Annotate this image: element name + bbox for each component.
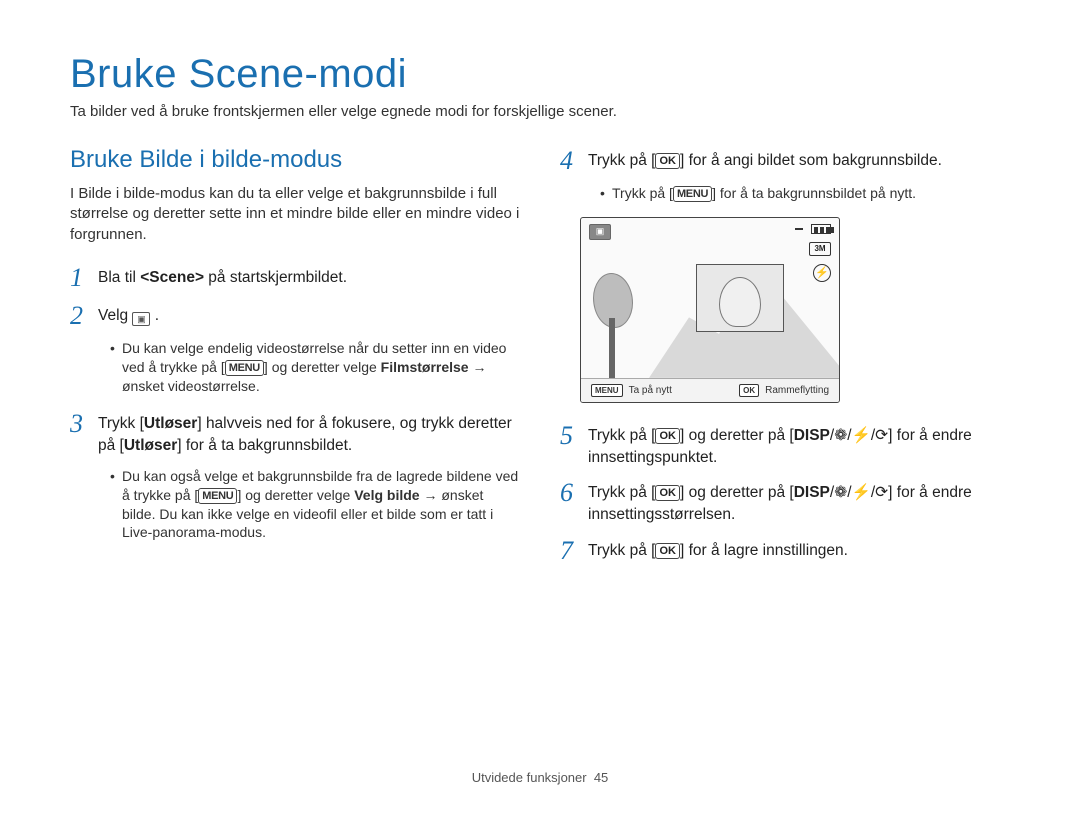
menu-key-icon: MENU bbox=[225, 360, 264, 376]
s3d: ] for å ta bakgrunnsbildet. bbox=[177, 437, 352, 454]
step-number: 5 bbox=[560, 421, 588, 449]
flash-icon: ⚡ bbox=[852, 427, 871, 444]
bullet-text-b: ] og deretter velge bbox=[264, 359, 381, 375]
s3a: Trykk [ bbox=[98, 415, 144, 432]
menu-key-icon: MENU bbox=[198, 488, 237, 504]
ok-key-icon: OK bbox=[739, 384, 759, 397]
step-text: Bla til <Scene> på startskjermbildet. bbox=[98, 263, 347, 289]
s5a: Trykk på [ bbox=[588, 427, 655, 444]
list-item: Du kan velge endelig videostørrelse når … bbox=[110, 339, 520, 396]
flash-mode-icon: ⚡ bbox=[813, 264, 831, 282]
left-column: Bruke Bilde i bilde-modus I Bilde i bild… bbox=[70, 146, 520, 574]
s5b: ] og deretter på [ bbox=[680, 427, 794, 444]
s3b1: Utløser bbox=[144, 415, 197, 432]
footer-section: Utvidede funksjoner bbox=[472, 770, 587, 785]
exposure-bar-icon bbox=[795, 228, 803, 230]
camera-screen-illustration: 3M ⚡ MENU Ta på nytt OK Rammeflytting bbox=[580, 217, 840, 403]
step4-bullet-list: Trykk på [MENU] for å ta bakgrunnsbildet… bbox=[560, 184, 1010, 203]
flash-icon: ⚡ bbox=[852, 484, 871, 501]
step-number: 1 bbox=[70, 263, 98, 291]
step1-pre: Bla til bbox=[98, 269, 140, 286]
battery-icon bbox=[811, 224, 831, 234]
step-text: Trykk på [OK] og deretter på [DISP/❁/⚡/⟳… bbox=[588, 421, 1010, 468]
step-number: 7 bbox=[560, 536, 588, 564]
ok-key-icon: OK bbox=[655, 485, 680, 501]
step-text: Trykk på [OK] og deretter på [DISP/❁/⚡/⟳… bbox=[588, 478, 1010, 525]
camera-bottom-bar: MENU Ta på nytt OK Rammeflytting bbox=[581, 378, 839, 402]
step2-bullet-list: Du kan velge endelig videostørrelse når … bbox=[70, 339, 520, 396]
menu-key-icon: MENU bbox=[673, 186, 712, 202]
pip-mode-icon bbox=[589, 224, 611, 240]
bottom-right-label: Rammeflytting bbox=[765, 385, 829, 396]
ok-key-icon: OK bbox=[655, 543, 680, 559]
step-7: 7 Trykk på [OK] for å lagre innstillinge… bbox=[560, 536, 1010, 564]
list-item: Trykk på [MENU] for å ta bakgrunnsbildet… bbox=[600, 184, 1010, 203]
step-number: 4 bbox=[560, 146, 588, 174]
bullet-bold: Filmstørrelse bbox=[381, 359, 469, 375]
step-number: 2 bbox=[70, 301, 98, 329]
s3-bul-b: ] og deretter velge bbox=[237, 487, 354, 503]
s4b: ] for å angi bildet som bakgrunnsbilde. bbox=[680, 152, 942, 169]
s4a: Trykk på [ bbox=[588, 152, 655, 169]
step-1: 1 Bla til <Scene> på startskjermbildet. bbox=[70, 263, 520, 291]
page-subtitle: Ta bilder ved å bruke frontskjermen elle… bbox=[70, 103, 1010, 120]
step-text: Velg . bbox=[98, 301, 159, 327]
s7a: Trykk på [ bbox=[588, 542, 655, 559]
timer-icon: ⟳ bbox=[875, 484, 888, 501]
step-text: Trykk [Utløser] halvveis ned for å fokus… bbox=[98, 409, 520, 456]
step-4: 4 Trykk på [OK] for å angi bildet som ba… bbox=[560, 146, 1010, 174]
s7b: ] for å lagre innstillingen. bbox=[680, 542, 848, 559]
ok-key-icon: OK bbox=[655, 153, 680, 169]
ok-key-icon: OK bbox=[655, 428, 680, 444]
macro-icon: ❁ bbox=[834, 484, 847, 501]
macro-icon: ❁ bbox=[834, 427, 847, 444]
right-column: 4 Trykk på [OK] for å angi bildet som ba… bbox=[560, 146, 1010, 574]
s4-bul-b: ] for å ta bakgrunnsbildet på nytt. bbox=[712, 185, 916, 201]
s3-bul-bold: Velg bilde bbox=[354, 487, 419, 503]
bottom-left-label: Ta på nytt bbox=[629, 385, 672, 396]
content-columns: Bruke Bilde i bilde-modus I Bilde i bild… bbox=[70, 146, 1010, 574]
s4-bul-a: Trykk på [ bbox=[612, 185, 673, 201]
step1-post: på startskjermbildet. bbox=[204, 269, 347, 286]
step3-bullet-list: Du kan også velge et bakgrunnsbilde fra … bbox=[70, 467, 520, 543]
step-text: Trykk på [OK] for å lagre innstillingen. bbox=[588, 536, 848, 562]
menu-key-icon: MENU bbox=[591, 384, 623, 397]
picture-in-picture-mode-icon bbox=[132, 312, 150, 326]
step1-bold: <Scene> bbox=[140, 269, 204, 286]
tree-trunk-icon bbox=[609, 318, 615, 378]
camera-main-area: 3M ⚡ bbox=[581, 218, 839, 378]
s6a: Trykk på [ bbox=[588, 484, 655, 501]
disp-key-label: DISP bbox=[794, 427, 830, 444]
list-item: Du kan også velge et bakgrunnsbilde fra … bbox=[110, 467, 520, 543]
step-number: 6 bbox=[560, 478, 588, 506]
inset-frame bbox=[696, 264, 784, 332]
step-6: 6 Trykk på [OK] og deretter på [DISP/❁/⚡… bbox=[560, 478, 1010, 525]
page-footer: Utvidede funksjoner 45 bbox=[0, 770, 1080, 785]
disp-key-label: DISP bbox=[794, 484, 830, 501]
intro-text: I Bilde i bilde-modus kan du ta eller ve… bbox=[70, 184, 520, 245]
timer-icon: ⟳ bbox=[875, 427, 888, 444]
s3b2: Utløser bbox=[124, 437, 177, 454]
s6b: ] og deretter på [ bbox=[680, 484, 794, 501]
portrait-face bbox=[719, 277, 761, 327]
step2-text: Velg bbox=[98, 307, 132, 324]
image-size-badge: 3M bbox=[809, 242, 831, 256]
step-text: Trykk på [OK] for å angi bildet som bakg… bbox=[588, 146, 942, 172]
page-number: 45 bbox=[594, 770, 608, 785]
step-3: 3 Trykk [Utløser] halvveis ned for å fok… bbox=[70, 409, 520, 456]
step-number: 3 bbox=[70, 409, 98, 437]
step-2: 2 Velg . bbox=[70, 301, 520, 329]
page-title: Bruke Scene-modi bbox=[70, 52, 1010, 97]
section-title: Bruke Bilde i bilde-modus bbox=[70, 146, 520, 174]
step-5: 5 Trykk på [OK] og deretter på [DISP/❁/⚡… bbox=[560, 421, 1010, 468]
flash-glyph: ⚡ bbox=[815, 266, 829, 279]
status-icons: 3M ⚡ bbox=[795, 224, 831, 282]
